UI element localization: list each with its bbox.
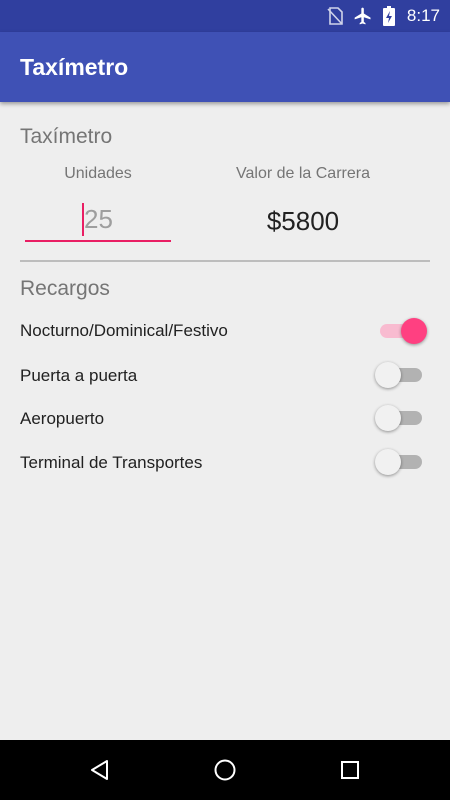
surcharge-switch-night[interactable] [375, 316, 427, 346]
no-sim-icon [327, 7, 343, 25]
back-icon[interactable] [86, 756, 114, 784]
fare-value: $5800 [266, 206, 340, 236]
meter-section-title: Taxímetro [20, 125, 113, 148]
surcharge-label-airport: Aeropuerto [20, 409, 105, 428]
surcharge-label-terminal: Terminal de Transportes [20, 453, 203, 472]
surcharges-section-title: Recargos [20, 277, 110, 300]
switch-thumb [375, 405, 401, 431]
surcharge-switch-terminal[interactable] [375, 447, 427, 477]
switch-thumb [401, 318, 427, 344]
airplane-icon [353, 6, 373, 26]
navigation-bar [0, 740, 450, 800]
surcharge-switch-airport[interactable] [375, 403, 427, 433]
fare-label: Valor de la Carrera [236, 165, 370, 182]
surcharge-label-night: Nocturno/Dominical/Festivo [20, 321, 228, 340]
units-input-value: 25 [84, 204, 113, 234]
switch-thumb [375, 362, 401, 388]
status-icons: 8:17 [327, 0, 440, 32]
surcharge-switch-door[interactable] [375, 360, 427, 390]
home-icon[interactable] [211, 756, 239, 784]
status-clock: 8:17 [406, 6, 440, 25]
battery-charging-icon [382, 6, 395, 26]
recents-icon[interactable] [336, 756, 364, 784]
surcharge-label-door: Puerta a puerta [20, 366, 138, 385]
units-label: Unidades [64, 165, 132, 182]
app-bar: Taxímetro [0, 32, 450, 102]
switch-thumb [375, 449, 401, 475]
status-bar: 8:17 [0, 0, 450, 32]
section-divider [20, 260, 430, 262]
app-title: Taxímetro [20, 54, 129, 80]
